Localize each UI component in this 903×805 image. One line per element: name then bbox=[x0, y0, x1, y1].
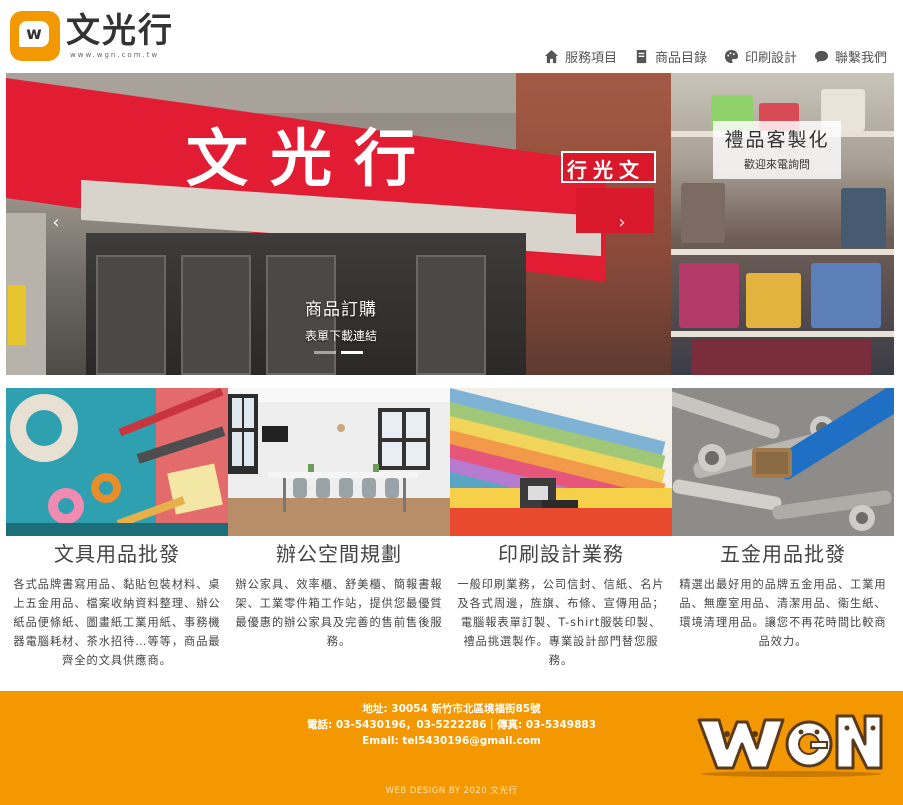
carousel-indicator[interactable] bbox=[341, 351, 363, 354]
slide-caption-title: 商品訂購 bbox=[305, 300, 377, 320]
shop-window bbox=[181, 255, 251, 375]
gift-caption-title: 禮品客製化 bbox=[724, 129, 830, 151]
card-title[interactable]: 印刷設計業務 bbox=[450, 540, 672, 568]
slide-caption[interactable]: 商品訂購 表單下載連結 bbox=[261, 295, 421, 344]
shop-window bbox=[96, 255, 166, 375]
hero-carousel[interactable]: 文光行 行光文 ‹ › 商品訂購 表單下載連結 bbox=[6, 73, 894, 375]
carousel-next-button[interactable]: › bbox=[612, 211, 632, 235]
wgn-mascot-logo bbox=[697, 708, 885, 778]
shelf bbox=[671, 249, 894, 255]
nav-item-services[interactable]: 服務項目 bbox=[544, 47, 617, 66]
carousel-indicators bbox=[314, 351, 363, 354]
palette-icon bbox=[724, 49, 739, 64]
gift-caption[interactable]: 禮品客製化 歡迎來電詢問 bbox=[713, 121, 841, 179]
brand-name[interactable]: 文光行 bbox=[66, 12, 174, 50]
gift-caption-sub: 歡迎來電詢問 bbox=[744, 158, 810, 171]
footer-credit: WEB DESIGN BY 2020 文光行 bbox=[385, 786, 518, 796]
gift-item bbox=[746, 273, 801, 328]
nav-item-print-design[interactable]: 印刷設計 bbox=[724, 47, 797, 66]
carousel-prev-button[interactable]: ‹ bbox=[46, 211, 66, 235]
site-logo[interactable]: w bbox=[10, 11, 60, 61]
office-image bbox=[228, 388, 450, 536]
printing-image bbox=[450, 388, 672, 536]
hardware-image bbox=[672, 388, 894, 536]
nav-item-label: 商品目錄 bbox=[654, 51, 707, 66]
gift-item bbox=[811, 263, 881, 328]
main-nav: 服務項目 商品目錄 印刷設計 聯繫我們 bbox=[544, 47, 887, 66]
storefront-sign-text: 文光行 bbox=[186, 122, 439, 195]
nav-item-catalog[interactable]: 商品目錄 bbox=[634, 47, 707, 66]
order-form-download-link[interactable]: 表單下載連結 bbox=[261, 327, 421, 344]
nav-item-contact[interactable]: 聯繫我們 bbox=[814, 47, 887, 66]
nav-item-label: 聯繫我們 bbox=[834, 51, 887, 66]
logo-letter: w bbox=[26, 24, 42, 44]
category-card-office[interactable]: 辦公空間規劃 辦公家具、效率櫃、舒美櫃、簡報書報架、工業零件箱工作站，提供您最優… bbox=[228, 388, 450, 678]
nav-item-label: 印刷設計 bbox=[744, 51, 797, 66]
gift-shelf-photo bbox=[671, 73, 894, 375]
site-header: w 文光行 www.wgn.com.tw 服務項目 商品目錄 印刷設計 聯繫我們 bbox=[0, 0, 903, 72]
card-description: 辦公家具、效率櫃、舒美櫃、簡報書報架、工業零件箱工作站，提供您最優質最優惠的辦公… bbox=[235, 578, 443, 648]
carousel-indicator[interactable] bbox=[314, 351, 336, 354]
poster bbox=[8, 285, 26, 345]
card-title[interactable]: 辦公空間規劃 bbox=[228, 540, 450, 568]
side-sign-text: 行光文 bbox=[567, 158, 645, 182]
card-description: 一般印刷業務，公司信封、信紙、名片及各式周邊，旌旗、布條、宣傳用品；電腦報表單訂… bbox=[457, 578, 665, 667]
category-card-hardware[interactable]: 五金用品批發 精選出最好用的品牌五金用品、工業用品、無塵室用品、清潔用品、衛生紙… bbox=[672, 388, 894, 678]
stationery-image bbox=[6, 388, 228, 536]
nav-item-label: 服務項目 bbox=[564, 51, 617, 66]
category-card-printing[interactable]: 印刷設計業務 一般印刷業務，公司信封、信紙、名片及各式周邊，旌旗、布條、宣傳用品… bbox=[450, 388, 672, 678]
gift-item bbox=[691, 339, 871, 375]
brand-url: www.wgn.com.tw bbox=[70, 51, 160, 59]
card-title[interactable]: 文具用品批發 bbox=[6, 540, 228, 568]
category-card-stationery[interactable]: 文具用品批發 各式品牌書寫用品、黏貼包裝材料、桌上五金用品、檔案收納資料整理、辦… bbox=[6, 388, 228, 678]
category-cards: 文具用品批發 各式品牌書寫用品、黏貼包裝材料、桌上五金用品、檔案收納資料整理、辦… bbox=[6, 388, 894, 678]
home-icon bbox=[544, 49, 558, 64]
gift-item bbox=[681, 183, 725, 243]
card-title[interactable]: 五金用品批發 bbox=[672, 540, 894, 568]
card-description: 精選出最好用的品牌五金用品、工業用品、無塵室用品、清潔用品、衛生紙、環境清理用品… bbox=[679, 578, 887, 648]
gift-item bbox=[841, 188, 886, 248]
card-description: 各式品牌書寫用品、黏貼包裝材料、桌上五金用品、檔案收納資料整理、辦公紙品便條紙、… bbox=[13, 578, 221, 667]
shop-window bbox=[416, 255, 486, 375]
chat-icon bbox=[814, 50, 829, 63]
book-icon bbox=[636, 49, 647, 64]
gift-item bbox=[679, 263, 739, 328]
shelf bbox=[671, 331, 894, 337]
